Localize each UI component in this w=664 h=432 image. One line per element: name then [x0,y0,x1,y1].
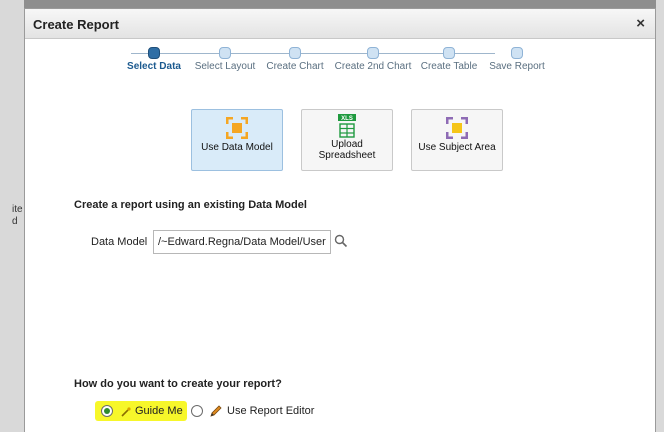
data-model-label: Data Model [91,236,148,248]
use-data-model-label: Use Data Model [201,142,273,153]
background-page-right [656,0,664,432]
train-step-create-2nd-chart[interactable]: Create 2nd Chart [335,61,412,72]
dialog-titlebar: Create Report × [25,9,655,39]
spreadsheet-icon: XLS [336,114,358,138]
background-page: ite d [0,0,24,432]
background-text-line: d [12,216,18,227]
section-title: Create a report using an existing Data M… [74,199,307,211]
train-step-create-table[interactable]: Create Table [421,61,478,72]
train-step-create-chart[interactable]: Create Chart [266,61,323,72]
close-icon[interactable]: × [636,15,645,32]
train-step-create-table-dot[interactable] [443,47,455,59]
dialog-title: Create Report [33,17,119,32]
train-step-select-data-dot[interactable] [148,47,160,59]
train-step-save-report-dot[interactable] [511,47,523,59]
data-model-field[interactable] [153,230,331,254]
data-model-icon [225,116,249,140]
guide-me-label[interactable]: Guide Me [135,405,183,417]
train-step-select-data[interactable]: Select Data [127,61,181,72]
use-subject-area-label: Use Subject Area [418,142,496,153]
upload-spreadsheet-label-line1: Upload [331,139,363,150]
train-step-select-layout[interactable]: Select Layout [195,61,256,72]
subject-area-icon [445,116,469,140]
wizard-train: Select Data Select Layout Create Chart C… [125,45,565,81]
background-text-line: ite [12,204,23,215]
train-step-create-2nd-chart-dot[interactable] [367,47,379,59]
pencil-icon [209,404,223,418]
guide-me-radio[interactable] [101,405,113,417]
report-editor-radio[interactable] [191,405,203,417]
use-subject-area-tile[interactable]: Use Subject Area [411,109,503,171]
train-step-save-report[interactable]: Save Report [489,61,545,72]
report-editor-label[interactable]: Use Report Editor [227,405,314,417]
upload-spreadsheet-label-line2: Spreadsheet [318,150,376,161]
use-data-model-tile[interactable]: Use Data Model [191,109,283,171]
train-step-select-layout-dot[interactable] [219,47,231,59]
xls-badge: XLS [341,116,353,122]
wand-icon [119,405,133,419]
upload-spreadsheet-tile[interactable]: XLS Upload Spreadsheet [301,109,393,171]
background-text: ite d [12,204,23,228]
create-report-dialog: Create Report × Select Data Select Layou… [24,8,656,432]
train-line [131,53,495,54]
train-step-create-chart-dot[interactable] [289,47,301,59]
create-method-question: How do you want to create your report? [74,378,282,390]
create-method-options: Guide Me Use Report Editor [95,401,325,421]
search-icon[interactable] [334,234,348,248]
